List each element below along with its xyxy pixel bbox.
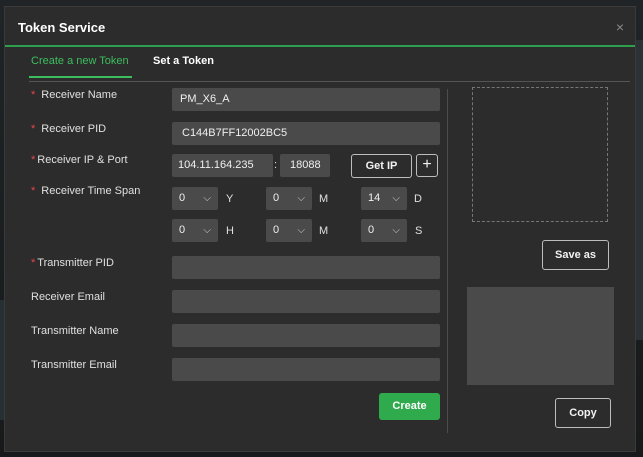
chevron-down-icon: ⌵ — [392, 193, 400, 204]
receiver-ip-port-label-text: Receiver IP & Port — [37, 154, 128, 166]
tab-bar: Create a new Token Set a Token — [29, 55, 630, 82]
receiver-email-input[interactable] — [172, 290, 440, 313]
receiver-name-input[interactable]: PM_X6_A — [172, 88, 440, 111]
receiver-time-span-label: * Receiver Time Span — [31, 185, 140, 197]
months-value: 0 — [273, 192, 280, 204]
title-divider — [5, 45, 635, 47]
ip-port-separator: : — [274, 159, 278, 171]
minutes-value: 0 — [273, 224, 280, 236]
required-marker: * — [31, 123, 36, 135]
tab-set-token[interactable]: Set a Token — [153, 55, 214, 67]
close-icon[interactable]: × — [616, 19, 624, 35]
token-image-dropzone[interactable] — [472, 87, 608, 222]
months-select[interactable]: 0 ⌵ — [266, 187, 312, 210]
years-unit: Y — [226, 193, 234, 205]
chevron-down-icon: ⌵ — [297, 193, 305, 204]
months-unit: M — [319, 193, 329, 205]
receiver-port-input[interactable]: 18088 — [280, 154, 330, 177]
transmitter-name-input[interactable] — [172, 324, 440, 347]
panel-divider — [447, 89, 448, 433]
hours-select[interactable]: 0 ⌵ — [172, 219, 218, 242]
receiver-name-label-text: Receiver Name — [41, 89, 118, 101]
save-as-button[interactable]: Save as — [542, 240, 609, 270]
receiver-ip-input[interactable]: 104.11.164.235 — [172, 154, 273, 177]
chevron-down-icon: ⌵ — [203, 193, 211, 204]
receiver-pid-label-text: Receiver PID — [41, 123, 107, 135]
seconds-unit: S — [415, 225, 423, 237]
get-ip-button[interactable]: Get IP — [351, 154, 412, 178]
days-unit: D — [414, 193, 422, 205]
required-marker: * — [31, 89, 36, 101]
transmitter-pid-label-text: Transmitter PID — [37, 257, 114, 269]
token-service-dialog: Token Service × Create a new Token Set a… — [4, 6, 636, 452]
chevron-down-icon: ⌵ — [297, 225, 305, 236]
receiver-pid-input[interactable]: C144B7FF12002BC5 — [172, 122, 440, 145]
years-select[interactable]: 0 ⌵ — [172, 187, 218, 210]
days-value: 14 — [368, 192, 381, 204]
chevron-down-icon: ⌵ — [203, 225, 211, 236]
required-marker: * — [31, 185, 36, 197]
receiver-pid-label: * Receiver PID — [31, 123, 106, 135]
transmitter-name-label: Transmitter Name — [31, 325, 119, 337]
create-button[interactable]: Create — [379, 393, 440, 420]
days-select[interactable]: 14 ⌵ — [361, 187, 407, 210]
years-value: 0 — [179, 192, 186, 204]
transmitter-pid-label: * Transmitter PID — [31, 257, 114, 269]
transmitter-pid-input[interactable] — [172, 256, 440, 279]
dialog-title: Token Service — [18, 20, 106, 35]
seconds-select[interactable]: 0 ⌵ — [361, 219, 407, 242]
hours-unit: H — [226, 225, 234, 237]
minutes-select[interactable]: 0 ⌵ — [266, 219, 312, 242]
chevron-down-icon: ⌵ — [392, 225, 400, 236]
required-marker: * — [31, 257, 36, 269]
transmitter-email-input[interactable] — [172, 358, 440, 381]
hours-value: 0 — [179, 224, 186, 236]
copy-button[interactable]: Copy — [555, 398, 611, 428]
add-icon[interactable]: + — [416, 154, 438, 177]
seconds-value: 0 — [368, 224, 375, 236]
receiver-ip-port-label: * Receiver IP & Port — [31, 154, 128, 166]
receiver-email-label: Receiver Email — [31, 291, 105, 303]
receiver-time-span-label-text: Receiver Time Span — [41, 185, 141, 197]
receiver-name-label: * Receiver Name — [31, 89, 117, 101]
token-preview-box — [467, 287, 614, 385]
transmitter-email-label: Transmitter Email — [31, 359, 117, 371]
required-marker: * — [31, 154, 36, 166]
minutes-unit: M — [319, 225, 329, 237]
tab-create-new-token[interactable]: Create a new Token — [29, 55, 132, 78]
